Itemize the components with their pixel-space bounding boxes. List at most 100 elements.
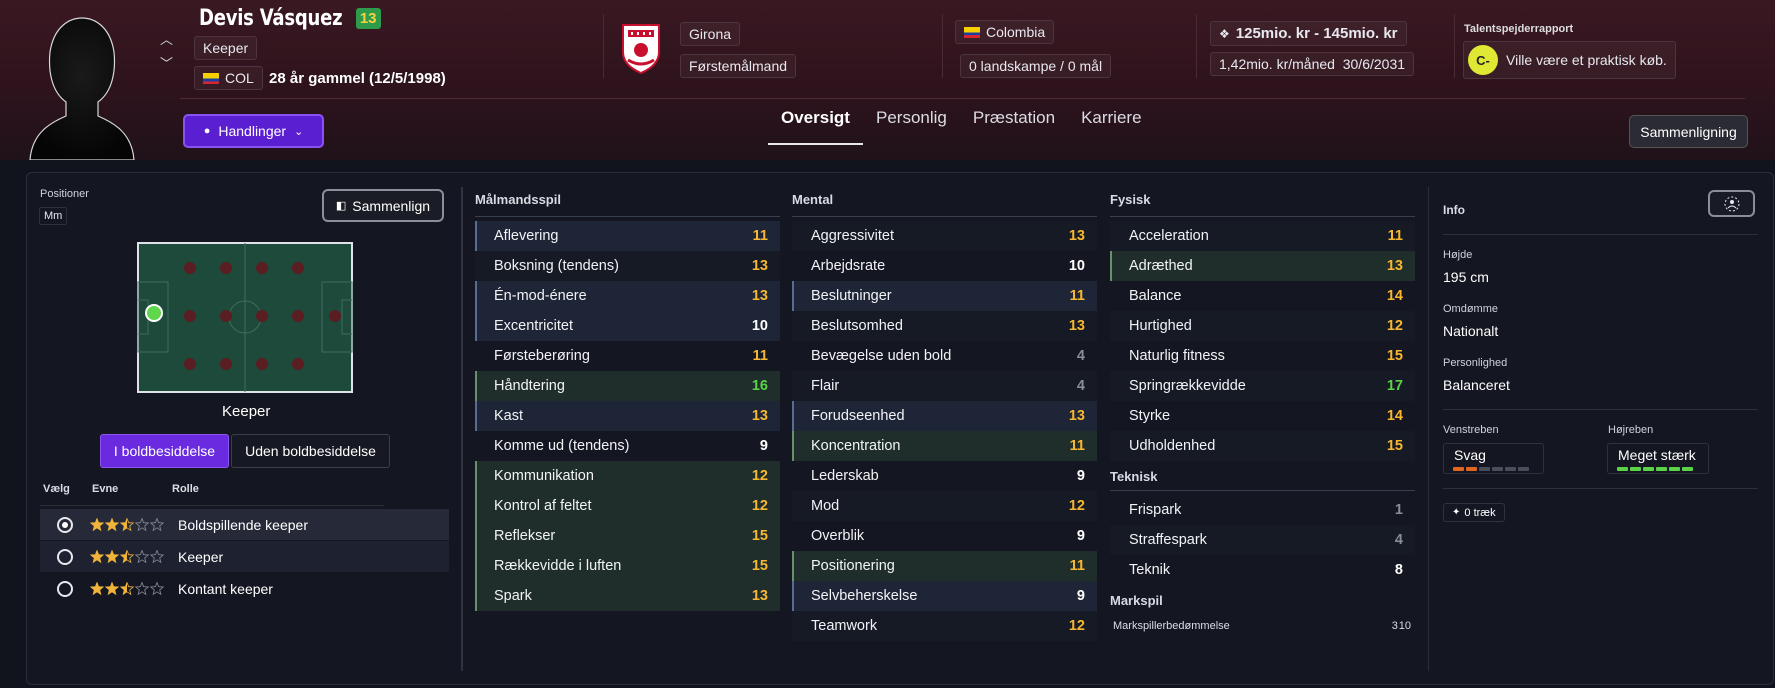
country-name: Colombia <box>986 24 1046 40</box>
role-name: Boldspillende keeper <box>178 516 308 533</box>
previous-player-icon[interactable]: ︿ <box>160 28 173 52</box>
attribute-name: Spark <box>494 588 532 604</box>
attribute-column: Målmandsspil Aflevering 11 Boksning (tenden… <box>475 192 780 611</box>
attribute-row[interactable]: Forudseenhed 13 <box>792 401 1097 431</box>
attribute-row[interactable]: Flair 4 <box>792 371 1097 401</box>
attribute-row[interactable]: Førsteberøring 11 <box>475 341 780 371</box>
attribute-row[interactable]: Spark 13 <box>475 581 780 611</box>
attribute-name: Koncentration <box>811 438 901 454</box>
caps-chip: 0 landskampe / 0 mål <box>960 54 1112 78</box>
attribute-row[interactable]: Naturlig fitness 15 <box>1110 341 1415 371</box>
attribute-row[interactable]: Kontrol af feltet 12 <box>475 491 780 521</box>
attribute-value: 14 <box>1386 288 1403 304</box>
attribute-row[interactable]: Hurtighed 12 <box>1110 311 1415 341</box>
role-row[interactable]: Boldspillende keeper <box>40 509 449 540</box>
attribute-row[interactable]: Rækkevidde i luften 15 <box>475 551 780 581</box>
attribute-row[interactable]: Selvbeherskelse 9 <box>792 581 1097 611</box>
next-player-icon[interactable]: ﹀ <box>160 52 173 76</box>
attribute-row[interactable]: Lederskab 9 <box>792 461 1097 491</box>
compare-positions-label: Sammenlign <box>352 197 431 214</box>
attribute-name: Førsteberøring <box>494 348 590 364</box>
attribute-value: 16 <box>751 378 768 394</box>
attribute-row[interactable]: Excentricitet 10 <box>475 311 780 341</box>
attribute-row[interactable]: Komme ud (tendens) 9 <box>475 431 780 461</box>
personality-icon[interactable] <box>1708 190 1755 217</box>
attribute-value: 13 <box>751 588 768 604</box>
role-row[interactable]: Kontant keeper <box>40 573 449 604</box>
attribute-value: 13 <box>751 258 768 274</box>
attribute-name: Forudseenhed <box>811 408 905 424</box>
attribute-row[interactable]: Beslutninger 11 <box>792 281 1097 311</box>
info-title: Info <box>1443 203 1465 217</box>
attribute-row[interactable]: Aflevering 11 <box>475 221 780 251</box>
compare-icon: ◧ <box>335 200 347 212</box>
attribute-row[interactable]: Mod 12 <box>792 491 1097 521</box>
tab-career[interactable]: Karriere <box>1068 100 1154 145</box>
attribute-row[interactable]: Acceleration 11 <box>1110 221 1415 251</box>
player-age: 28 år gammel (12/5/1998) <box>269 70 446 87</box>
attribute-value: 11 <box>1069 558 1085 574</box>
tab-personal[interactable]: Personlig <box>863 100 960 145</box>
tab-overview[interactable]: Oversigt <box>768 100 863 145</box>
role-radio[interactable] <box>57 580 73 597</box>
attribute-row[interactable]: Håndtering 16 <box>475 371 780 401</box>
attribute-row[interactable]: Reflekser 15 <box>475 521 780 551</box>
country-chip[interactable]: Colombia <box>955 20 1055 44</box>
club-crest-icon[interactable] <box>620 22 662 74</box>
pitch-position-label: Keeper <box>222 403 271 420</box>
column-divider <box>1428 187 1429 671</box>
attribute-row[interactable]: Bevægelse uden bold 4 <box>792 341 1097 371</box>
attribute-row[interactable]: Teamwork 12 <box>792 611 1097 641</box>
attribute-value: 10 <box>751 318 768 334</box>
attribute-row[interactable]: Beslutsomhed 13 <box>792 311 1097 341</box>
attribute-row[interactable]: Straffespark 4 <box>1110 525 1415 555</box>
traits-chip[interactable]: ✦ 0 træk <box>1443 503 1505 522</box>
in-possession-toggle[interactable]: I boldbesiddelse <box>100 434 229 468</box>
attribute-name: Aggressivitet <box>811 228 895 244</box>
attribute-row[interactable]: Positionering 11 <box>792 551 1097 581</box>
group-divider <box>475 216 780 217</box>
out-of-possession-toggle[interactable]: Uden boldbesiddelse <box>231 434 390 468</box>
attribute-name: Adræthed <box>1129 258 1193 274</box>
attribute-row[interactable]: Koncentration 11 <box>792 431 1097 461</box>
attribute-row[interactable]: Én-mod-énere 13 <box>475 281 780 311</box>
attribute-row[interactable]: Teknik 8 <box>1110 555 1415 585</box>
attribute-row[interactable]: Frispark 1 <box>1110 495 1415 525</box>
attribute-name: Beslutsomhed <box>811 318 903 334</box>
club-name[interactable]: Girona <box>680 22 741 46</box>
wage: 1,42mio. kr/måned <box>1219 56 1335 72</box>
scout-summary: Ville være et praktisk køb. <box>1506 52 1667 68</box>
attribute-row[interactable]: Balance 14 <box>1110 281 1415 311</box>
role-row[interactable]: Keeper <box>40 541 449 572</box>
compare-button[interactable]: Sammenligning <box>1629 115 1748 148</box>
attribute-row[interactable]: Springrækkevidde 17 <box>1110 371 1415 401</box>
attribute-row[interactable]: Styrke 14 <box>1110 401 1415 431</box>
attribute-value: 10 <box>1068 258 1085 274</box>
attribute-name: Én-mod-énere <box>494 288 587 304</box>
foot-strength-segment <box>1617 467 1628 471</box>
role-radio[interactable] <box>57 516 73 533</box>
tab-performance[interactable]: Præstation <box>960 100 1068 145</box>
attribute-row[interactable]: Kast 13 <box>475 401 780 431</box>
compare-positions-button[interactable]: ◧ Sammenlign <box>322 189 444 222</box>
attribute-row[interactable]: Arbejdsrate 10 <box>792 251 1097 281</box>
positions-value: Mm <box>39 207 68 225</box>
traits-count: 0 træk <box>1464 506 1496 519</box>
attribute-row[interactable]: Overblik 9 <box>792 521 1097 551</box>
attribute-value: 4 <box>1394 532 1403 548</box>
fieldplayer-rating: Markspillerbedømmelse 3 10 <box>1110 614 1415 632</box>
nationality-chip[interactable]: COL <box>194 66 263 90</box>
attribute-row[interactable]: Kommunikation 12 <box>475 461 780 491</box>
attribute-row[interactable]: Udholdenhed 15 <box>1110 431 1415 461</box>
foot-strength-segment <box>1669 467 1680 471</box>
role-radio[interactable] <box>57 548 73 565</box>
position-chip: Keeper <box>194 36 258 60</box>
actions-button[interactable]: ● Handlinger ⌄ <box>183 114 324 148</box>
star <box>104 517 120 531</box>
attribute-row[interactable]: Adræthed 13 <box>1110 251 1415 281</box>
attribute-row[interactable]: Boksning (tendens) 13 <box>475 251 780 281</box>
scout-report-chip[interactable]: C- Ville være et praktisk køb. <box>1463 41 1676 79</box>
attribute-row[interactable]: Aggressivitet 13 <box>792 221 1097 251</box>
star <box>119 581 135 595</box>
attribute-name: Håndtering <box>494 378 565 394</box>
